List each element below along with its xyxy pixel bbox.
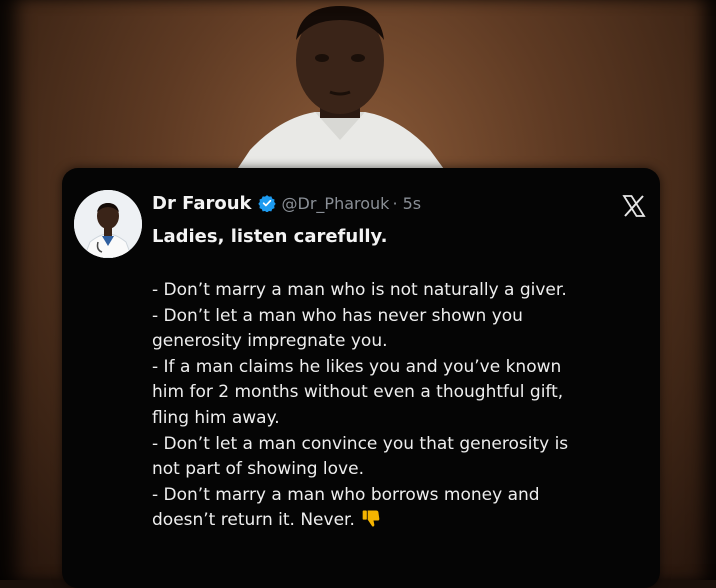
tweet-line: generosity impregnate you. [152,331,388,352]
tweet-line: - If a man claims he likes you and you’v… [152,356,562,377]
thumbs-down-icon [362,510,380,527]
tweet-line: fling him away. [152,407,280,428]
tweet-card[interactable]: Dr Farouk @Dr_Pharouk · 5s Ladies, liste… [62,168,660,588]
tweet-line: not part of showing love. [152,459,364,480]
tweet-body: - Don’t marry a man who is not naturally… [152,278,652,534]
tweet-line: - Don’t let a man who has never shown yo… [152,305,523,326]
tweet-last-line: doesn’t return it. Never. [152,508,652,534]
author-name[interactable]: Dr Farouk [152,193,252,214]
tweet-line: - Don’t marry a man who is not naturally… [152,280,567,300]
tweet-line: - Don’t marry a man who borrows money an… [152,484,540,505]
tweet-timestamp[interactable]: · 5s [392,194,421,213]
verified-badge-icon [257,195,276,212]
tweet-header: Dr Farouk @Dr_Pharouk · 5s [152,188,421,218]
tweet-line-text: doesn’t return it. Never. [152,510,355,531]
tweet-headline: Ladies, listen carefully. [152,226,388,247]
tweet-line: him for 2 months without even a thoughtf… [152,382,564,403]
author-handle[interactable]: @Dr_Pharouk [282,194,390,213]
tweet-line: - Don’t let a man convince you that gene… [152,433,569,454]
author-avatar[interactable] [74,190,142,258]
x-logo-icon[interactable] [622,194,646,218]
